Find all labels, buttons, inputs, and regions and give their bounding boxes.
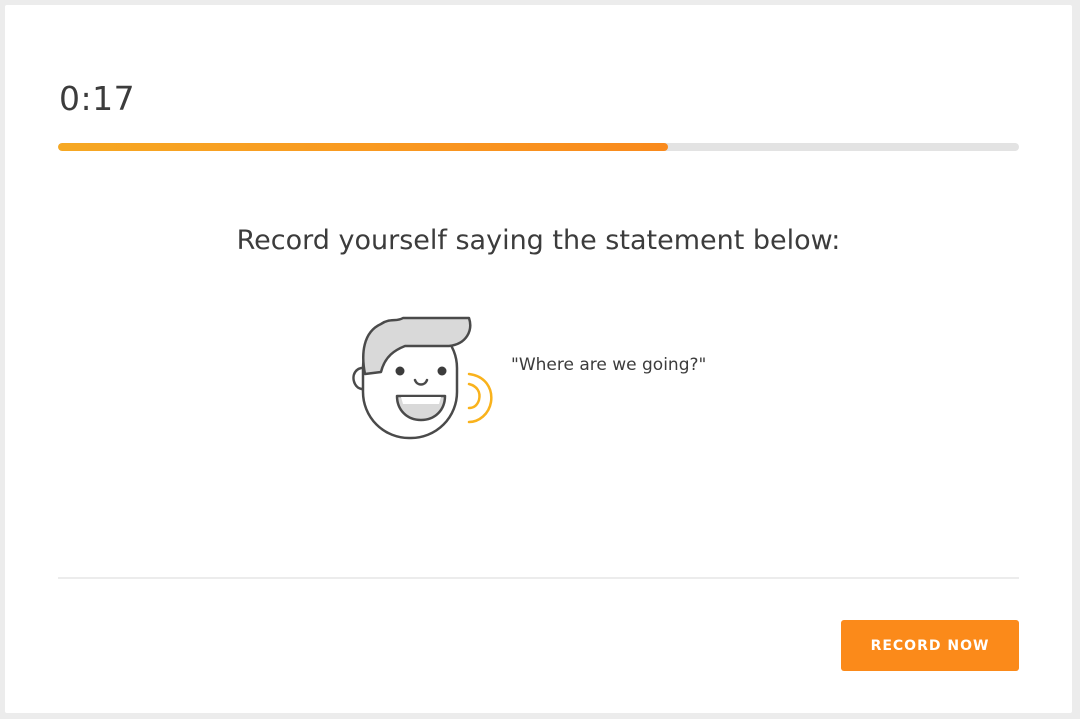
footer-divider [58,577,1019,579]
statement-text: "Where are we going?" [511,355,707,375]
time-progress-bar [58,143,1019,151]
question-prompt: Record yourself saying the statement bel… [236,225,841,256]
record-now-button[interactable]: RECORD NOW [841,620,1019,671]
speaking-question-card: 0:17 Record yourself saying the statemen… [5,5,1072,713]
speaking-face-icon [352,316,493,440]
countdown-timer: 0:17 [59,79,136,118]
time-progress-fill [58,143,669,151]
